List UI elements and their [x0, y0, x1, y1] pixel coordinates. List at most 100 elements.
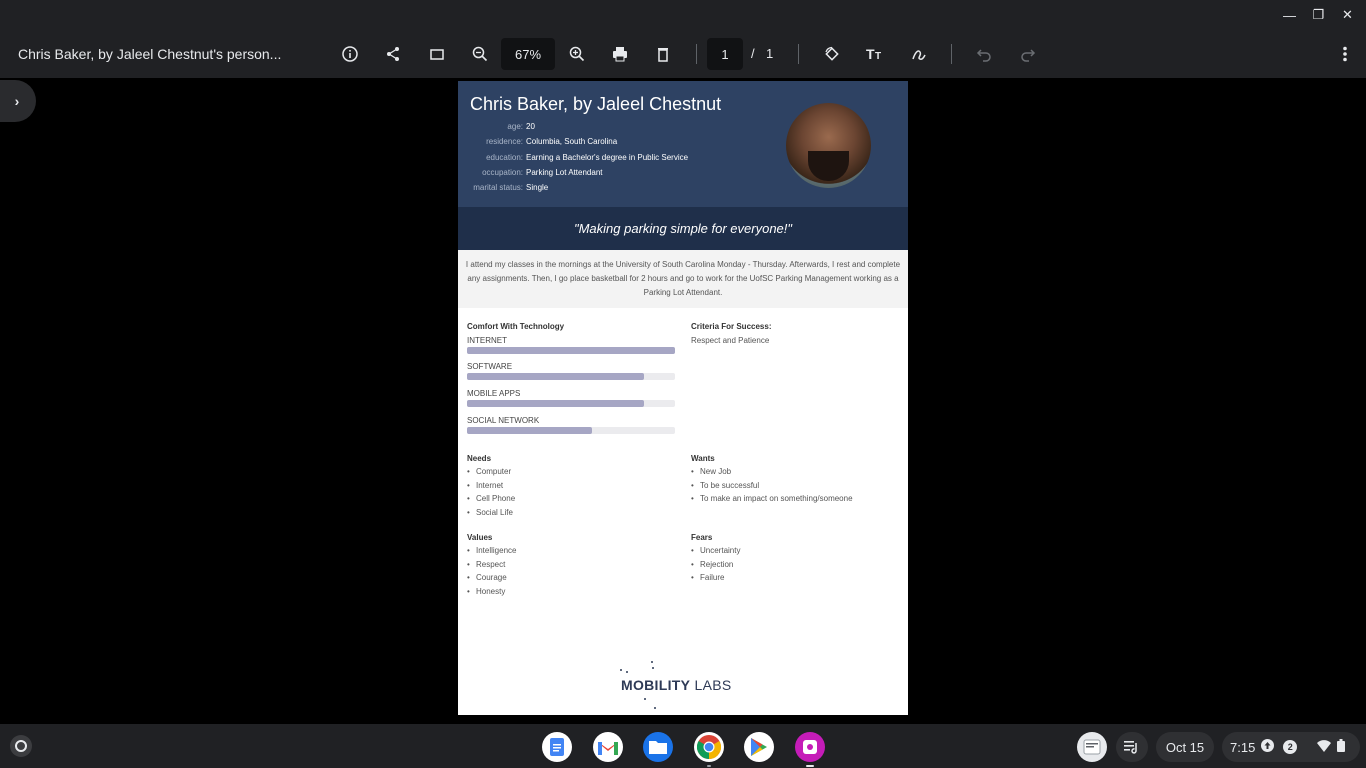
date-button[interactable]: Oct 15	[1156, 732, 1214, 762]
play-store-icon[interactable]	[744, 732, 774, 762]
field-label: marital status:	[473, 183, 523, 192]
field-occupation: occupation: Parking Lot Attendant	[458, 168, 603, 177]
field-label: age:	[507, 122, 523, 131]
pdf-page: Chris Baker, by Jaleel Chestnut age: 20 r…	[458, 81, 908, 715]
files-icon[interactable]	[643, 732, 673, 762]
media-controls-button[interactable]	[1116, 732, 1148, 762]
list-item: Failure	[691, 573, 740, 587]
window-controls: — ❐ ✕	[0, 0, 1366, 30]
zoom-level-field[interactable]: 67%	[501, 38, 555, 70]
comfort-label: INTERNET	[467, 336, 507, 345]
zoom-out-icon[interactable]	[468, 42, 492, 66]
field-education: education: Earning a Bachelor's degree in…	[458, 153, 688, 162]
chrome-icon[interactable]	[694, 732, 724, 762]
notification-count-badge: 2	[1283, 740, 1298, 754]
list-item: Cell Phone	[467, 494, 515, 508]
gmail-icon[interactable]	[593, 732, 623, 762]
field-residence: residence: Columbia, South Carolina	[458, 137, 617, 146]
wants-heading: Wants	[691, 454, 715, 463]
upload-icon	[1261, 739, 1275, 755]
minimize-icon[interactable]: —	[1275, 8, 1304, 23]
list-item: Intelligence	[467, 546, 516, 560]
field-value: Columbia, South Carolina	[526, 137, 618, 146]
list-item: Respect	[467, 560, 516, 574]
page-separator: /	[751, 46, 755, 61]
field-value: Earning a Bachelor's degree in Public Se…	[526, 153, 689, 162]
list-item: New Job	[691, 467, 853, 481]
page-number-field[interactable]: 1	[707, 38, 743, 70]
pdf-toolbar: Chris Baker, by Jaleel Chestnut's person…	[0, 30, 1366, 78]
zoom-in-icon[interactable]	[565, 42, 589, 66]
page-total: 1	[766, 46, 774, 61]
comfort-bar	[467, 427, 675, 434]
launcher-button[interactable]	[10, 735, 32, 757]
needs-list: Computer Internet Cell Phone Social Life	[467, 467, 515, 521]
rotate-icon[interactable]	[820, 42, 844, 66]
launcher-icon	[15, 740, 27, 752]
toolbar-divider	[696, 44, 697, 64]
field-label: education:	[486, 153, 523, 162]
bio-text: I attend my classes in the mornings at t…	[465, 260, 901, 297]
running-indicator	[707, 765, 711, 767]
persona-quote: "Making parking simple for everyone!"	[458, 207, 908, 250]
field-value: 20	[526, 122, 535, 131]
wants-list: New Job To be successful To make an impa…	[691, 467, 853, 508]
comfort-bar	[467, 400, 675, 407]
field-marital-status: marital status: Single	[458, 183, 548, 192]
info-icon[interactable]	[338, 42, 362, 66]
text-icon[interactable]: TT	[863, 42, 887, 66]
comfort-bar	[467, 373, 675, 380]
toolbar-divider	[798, 44, 799, 64]
svg-text:T: T	[866, 46, 875, 62]
persona-name: Chris Baker, by Jaleel Chestnut	[470, 94, 722, 114]
persona-bio: I attend my classes in the mornings at t…	[458, 250, 908, 308]
docs-icon[interactable]	[542, 732, 572, 762]
restore-icon[interactable]: ❐	[1304, 7, 1333, 23]
chevron-right-icon: ›	[14, 93, 20, 109]
fears-list: Uncertainty Rejection Failure	[691, 546, 740, 587]
criteria-text: Respect and Patience	[691, 336, 770, 345]
battery-icon	[1337, 739, 1346, 755]
field-value: Parking Lot Attendant	[526, 168, 603, 177]
field-label: occupation:	[482, 168, 523, 177]
values-heading: Values	[467, 533, 493, 542]
close-icon[interactable]: ✕	[1333, 7, 1362, 23]
persona-photo	[786, 103, 871, 188]
criteria-heading: Criteria For Success:	[691, 322, 772, 331]
mobility-labs-logo: MOBILITY LABS	[621, 677, 732, 693]
list-item: Uncertainty	[691, 546, 740, 560]
values-list: Intelligence Respect Courage Honesty	[467, 546, 516, 600]
comfort-bar-fill	[467, 427, 592, 434]
draw-icon[interactable]	[907, 42, 931, 66]
wifi-icon	[1317, 739, 1332, 755]
clock-time: 7:15	[1230, 739, 1256, 755]
comfort-heading: Comfort With Technology	[467, 322, 565, 331]
logo-text: MOBILITY	[621, 677, 691, 693]
needs-heading: Needs	[467, 454, 492, 463]
undo-icon[interactable]	[972, 42, 996, 66]
redo-icon[interactable]	[1016, 42, 1040, 66]
field-label: residence:	[486, 137, 523, 146]
svg-text:T: T	[875, 51, 881, 62]
print-icon[interactable]	[608, 42, 632, 66]
screencast-icon[interactable]	[795, 732, 825, 762]
holding-space-icon[interactable]	[1077, 732, 1107, 762]
share-icon[interactable]	[381, 42, 405, 66]
sidebar-toggle-button[interactable]: ›	[0, 80, 36, 122]
more-icon[interactable]	[1333, 42, 1357, 66]
fears-heading: Fears	[691, 533, 713, 542]
playlist-icon	[1124, 741, 1137, 754]
list-item: Internet	[467, 481, 515, 495]
comfort-bar	[467, 347, 675, 354]
comfort-bar-fill	[467, 373, 644, 380]
persona-header: Chris Baker, by Jaleel Chestnut age: 20 r…	[458, 81, 908, 207]
delete-icon[interactable]	[651, 42, 675, 66]
comfort-bar-fill	[467, 347, 675, 354]
list-item: To make an impact on something/someone	[691, 494, 853, 508]
status-area-button[interactable]: 7:15 2	[1222, 732, 1360, 762]
list-item: Computer	[467, 467, 515, 481]
comfort-label: SOCIAL NETWORK	[467, 416, 540, 425]
fit-page-icon[interactable]	[425, 42, 449, 66]
system-shelf: Oct 15 7:15 2	[0, 724, 1366, 768]
list-item: Social Life	[467, 508, 515, 522]
